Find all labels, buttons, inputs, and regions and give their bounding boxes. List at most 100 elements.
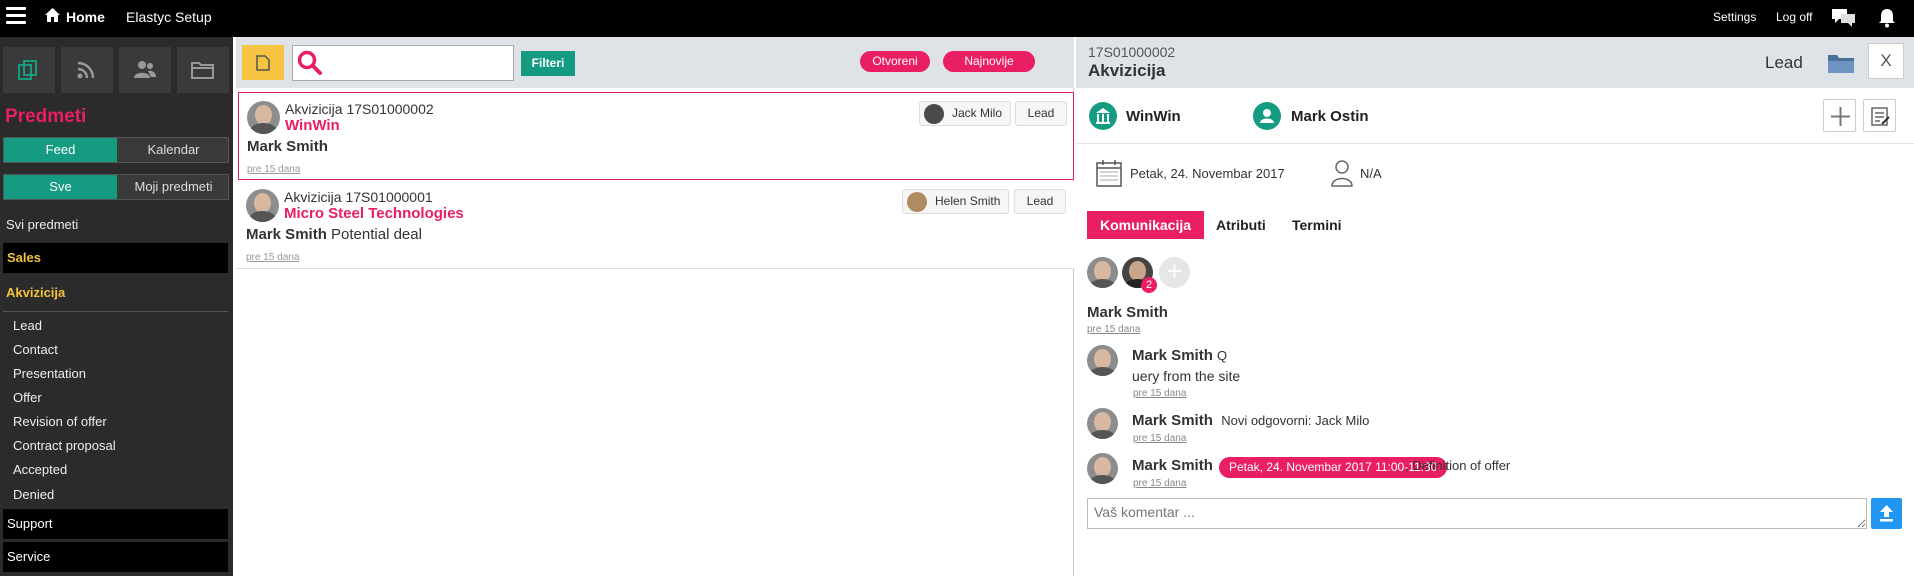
assignee-chip[interactable]: Jack Milo: [919, 101, 1012, 126]
card-company[interactable]: WinWin: [285, 117, 340, 134]
stage-chip[interactable]: Lead: [1014, 189, 1066, 214]
home-icon[interactable]: [44, 7, 61, 23]
detail-title: Akvizicija: [1088, 61, 1166, 80]
toggle-my-items[interactable]: Moji predmeti: [117, 175, 230, 199]
assignee-chip[interactable]: Helen Smith: [902, 189, 1010, 214]
parties-row: WinWin Mark Ostin: [1076, 88, 1914, 144]
avatar: [1087, 408, 1118, 439]
detail-panel: 17S01000002 Akvizicija Lead X WinWin Mar…: [1076, 37, 1914, 576]
rss-icon: [77, 61, 95, 79]
toggle-all[interactable]: Sve: [4, 175, 117, 199]
sidebar: Predmeti Feed Kalendar Sve Moji predmeti…: [0, 37, 233, 576]
message-text-cont: uery from the site: [1132, 368, 1241, 384]
open-filter-pill[interactable]: Otvoreni: [860, 51, 930, 72]
message-author: Mark Smith Q: [1132, 347, 1227, 364]
stage-contract-proposal[interactable]: Contract proposal: [13, 438, 116, 453]
settings-link[interactable]: Settings: [1713, 10, 1756, 24]
scope-toggle: Sve Moji predmeti: [3, 174, 229, 200]
message-time: pre 15 dana: [1133, 388, 1187, 399]
detail-stage: Lead: [1765, 53, 1803, 72]
sidebar-tab-rss[interactable]: [61, 47, 113, 93]
close-button[interactable]: X: [1868, 43, 1904, 79]
logoff-link[interactable]: Log off: [1776, 10, 1812, 24]
card-person: Mark Smith: [247, 138, 328, 155]
sidebar-group-service[interactable]: Service: [3, 542, 228, 572]
contacts-icon: [134, 61, 156, 78]
sidebar-tab-folder[interactable]: [177, 47, 229, 93]
plus-icon: [1831, 107, 1850, 126]
avatar: [247, 101, 280, 134]
filter-button[interactable]: Filteri: [521, 51, 575, 76]
sidebar-tab-contacts[interactable]: [119, 47, 171, 93]
message-author: Mark Smith Novi odgovorni: Jack Milo: [1132, 412, 1369, 429]
setup-link[interactable]: Elastyc Setup: [126, 9, 212, 25]
stage-offer[interactable]: Offer: [13, 390, 42, 405]
search-icon[interactable]: [297, 50, 323, 76]
search-input[interactable]: [327, 50, 509, 76]
chat-icon[interactable]: [1832, 8, 1856, 28]
menu-icon[interactable]: [6, 7, 26, 27]
sidebar-icon-bar: [3, 47, 230, 93]
owner-icon: [1331, 160, 1353, 187]
upload-icon: [1880, 505, 1893, 522]
tab-termini[interactable]: Termini: [1292, 217, 1342, 233]
avatar: [924, 104, 944, 124]
stage-revision-of-offer[interactable]: Revision of offer: [13, 414, 107, 429]
new-item-button[interactable]: [242, 45, 284, 80]
assignee-name: Helen Smith: [935, 194, 1001, 208]
edit-icon: [1871, 107, 1890, 126]
stage-accepted[interactable]: Accepted: [13, 462, 67, 477]
feed-card[interactable]: Akvizicija 17S01000002 WinWin Mark Smith…: [238, 92, 1074, 180]
add-participant-button[interactable]: +: [1159, 257, 1190, 288]
divider: [3, 311, 228, 312]
sidebar-item-akvizicija[interactable]: Akvizicija: [6, 285, 65, 300]
divider: [236, 268, 1074, 269]
folder-icon[interactable]: [1827, 52, 1855, 74]
comment-input[interactable]: [1087, 498, 1867, 529]
bell-icon[interactable]: [1878, 8, 1896, 28]
tab-komunikacija[interactable]: Komunikacija: [1087, 211, 1204, 239]
feed-card[interactable]: Akvizicija 17S01000001 Micro Steel Techn…: [238, 181, 1074, 269]
stage-chip[interactable]: Lead: [1015, 101, 1067, 126]
message-text: , Definition of offer: [1405, 458, 1511, 473]
sidebar-group-support[interactable]: Support: [3, 509, 228, 539]
card-company[interactable]: Micro Steel Technologies: [284, 205, 464, 222]
card-person: Mark Smith Potential deal: [246, 226, 422, 243]
company-name[interactable]: WinWin: [1126, 108, 1181, 125]
stage-contact[interactable]: Contact: [13, 342, 58, 357]
card-title: Akvizicija 17S01000002: [285, 101, 434, 117]
toggle-feed[interactable]: Feed: [4, 138, 117, 162]
sidebar-group-sales[interactable]: Sales: [3, 243, 228, 273]
message-author-name: Mark Smith: [1132, 412, 1213, 429]
all-items-link[interactable]: Svi predmeti: [6, 217, 78, 232]
documents-icon: [18, 60, 37, 80]
stage-presentation[interactable]: Presentation: [13, 366, 86, 381]
avatar: [246, 189, 279, 222]
card-time: pre 15 dana: [247, 164, 301, 175]
message-time: pre 15 dana: [1133, 478, 1187, 489]
toggle-calendar[interactable]: Kalendar: [117, 138, 230, 162]
sidebar-tab-documents[interactable]: [3, 47, 55, 93]
add-button[interactable]: [1823, 99, 1856, 132]
stage-denied[interactable]: Denied: [13, 487, 54, 502]
card-person-name: Mark Smith: [247, 138, 328, 155]
feed-toolbar: Filteri Otvoreni Najnovije: [236, 37, 1074, 88]
avatar: [1087, 453, 1118, 484]
edit-button[interactable]: [1863, 99, 1896, 132]
calendar-icon: [1096, 160, 1122, 187]
tab-atributi[interactable]: Atributi: [1216, 217, 1266, 233]
stage-lead[interactable]: Lead: [13, 318, 42, 333]
participant-count-badge: 2: [1141, 277, 1157, 293]
creator-name: Mark Smith: [1087, 304, 1168, 321]
participant-avatar[interactable]: [1087, 257, 1118, 288]
home-link[interactable]: Home: [66, 9, 105, 25]
folder-icon: [191, 62, 214, 79]
message-time: pre 15 dana: [1133, 433, 1187, 444]
feed-panel: Filteri Otvoreni Najnovije Akvizicija 17…: [236, 37, 1074, 576]
detail-owner: N/A: [1360, 166, 1382, 181]
newest-sort-pill[interactable]: Najnovije: [943, 51, 1035, 72]
sidebar-title: Predmeti: [5, 106, 87, 127]
contact-name[interactable]: Mark Ostin: [1291, 108, 1369, 125]
message-author-name: Mark Smith: [1132, 347, 1213, 364]
upload-button[interactable]: [1871, 498, 1902, 529]
